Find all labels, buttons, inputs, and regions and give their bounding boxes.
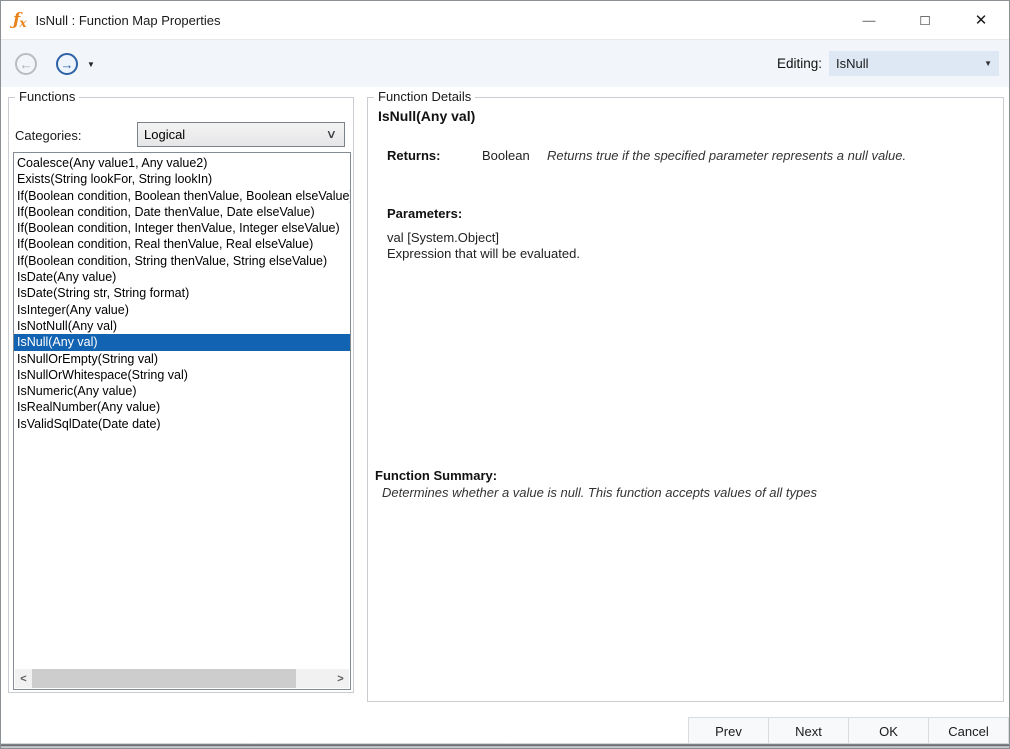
forward-dropdown-caret-icon[interactable]: ▼ (87, 60, 95, 69)
returns-description: Returns true if the specified parameter … (547, 148, 987, 163)
categories-combobox-value: Logical (144, 127, 185, 142)
list-item[interactable]: If(Boolean condition, Integer thenValue,… (14, 220, 350, 236)
list-item[interactable]: Exists(String lookFor, String lookIn) (14, 171, 350, 187)
titlebar: ƒx IsNull : Function Map Properties — □ … (1, 1, 1009, 39)
editing-combobox-value: IsNull (836, 56, 869, 71)
list-item[interactable]: If(Boolean condition, Date thenValue, Da… (14, 204, 350, 220)
list-item[interactable]: If(Boolean condition, Real thenValue, Re… (14, 236, 350, 252)
editing-caret-icon: ▼ (984, 59, 992, 68)
list-item[interactable]: IsRealNumber(Any value) (14, 399, 350, 415)
parameter-description: Expression that will be evaluated. (387, 246, 580, 261)
function-map-properties-dialog: ƒx IsNull : Function Map Properties — □ … (0, 0, 1010, 749)
prev-button[interactable]: Prev (688, 717, 769, 746)
categories-label: Categories: (15, 128, 81, 143)
function-listbox: Coalesce(Any value1, Any value2) Exists(… (13, 152, 351, 690)
list-item[interactable]: If(Boolean condition, Boolean thenValue,… (14, 188, 350, 204)
function-summary-label: Function Summary: (375, 468, 497, 483)
scroll-right-arrow-icon[interactable]: > (332, 669, 349, 688)
forward-arrow-icon: → (61, 57, 74, 72)
editing-label: Editing: (777, 56, 822, 71)
minimize-button[interactable]: — (841, 1, 897, 39)
function-details-group-title: Function Details (374, 89, 475, 104)
categories-chevron-down-icon: ∨ (326, 127, 337, 141)
horizontal-scrollbar[interactable]: < > (15, 669, 349, 688)
list-item[interactable]: IsNullOrWhitespace(String val) (14, 367, 350, 383)
categories-combobox[interactable]: Logical ∨ (137, 122, 345, 147)
ok-button[interactable]: OK (848, 717, 929, 746)
back-button[interactable]: ← (15, 53, 37, 75)
returns-row: Returns: Boolean Returns true if the spe… (387, 148, 440, 163)
scroll-left-arrow-icon[interactable]: < (15, 669, 32, 688)
forward-button[interactable]: → (56, 53, 78, 75)
functions-groupbox: Functions Categories: Logical ∨ Coalesce… (8, 97, 354, 693)
list-item[interactable]: IsValidSqlDate(Date date) (14, 416, 350, 432)
close-icon: ✕ (975, 11, 988, 29)
parameters-label: Parameters: (387, 206, 462, 221)
function-summary-text: Determines whether a value is null. This… (382, 485, 982, 500)
functions-group-title: Functions (15, 89, 79, 104)
fx-app-icon: ƒx (13, 10, 25, 30)
toolbar: ← → ▼ Editing: IsNull ▼ (1, 39, 1009, 87)
list-item[interactable]: IsInteger(Any value) (14, 302, 350, 318)
list-item[interactable]: IsNumeric(Any value) (14, 383, 350, 399)
function-signature: IsNull(Any val) (378, 108, 475, 124)
editing-combobox[interactable]: IsNull ▼ (829, 51, 999, 76)
list-item[interactable]: Coalesce(Any value1, Any value2) (14, 155, 350, 171)
window-title: IsNull : Function Map Properties (35, 13, 220, 28)
function-details-groupbox: Function Details IsNull(Any val) Returns… (367, 97, 1004, 702)
returns-label: Returns: (387, 148, 440, 163)
list-item-selected[interactable]: IsNull(Any val) (14, 334, 350, 350)
next-button[interactable]: Next (768, 717, 849, 746)
scrollbar-track[interactable] (32, 669, 332, 688)
window-bottom-edge (1, 743, 1009, 748)
dialog-footer: Prev Next OK Cancel (689, 717, 1009, 746)
back-arrow-icon: ← (20, 57, 33, 72)
list-item[interactable]: IsDate(String str, String format) (14, 285, 350, 301)
list-item[interactable]: IsNullOrEmpty(String val) (14, 351, 350, 367)
scrollbar-thumb[interactable] (32, 669, 296, 688)
list-item[interactable]: IsNotNull(Any val) (14, 318, 350, 334)
list-item[interactable]: IsDate(Any value) (14, 269, 350, 285)
close-button[interactable]: ✕ (953, 1, 1009, 39)
window-controls: — □ ✕ (841, 1, 1009, 39)
editing-group: Editing: IsNull ▼ (777, 51, 999, 76)
parameter-name: val [System.Object] (387, 230, 499, 245)
maximize-icon: □ (920, 12, 929, 29)
list-item[interactable]: If(Boolean condition, String thenValue, … (14, 253, 350, 269)
maximize-button[interactable]: □ (897, 1, 953, 39)
minimize-icon: — (863, 13, 876, 28)
cancel-button[interactable]: Cancel (928, 717, 1009, 746)
